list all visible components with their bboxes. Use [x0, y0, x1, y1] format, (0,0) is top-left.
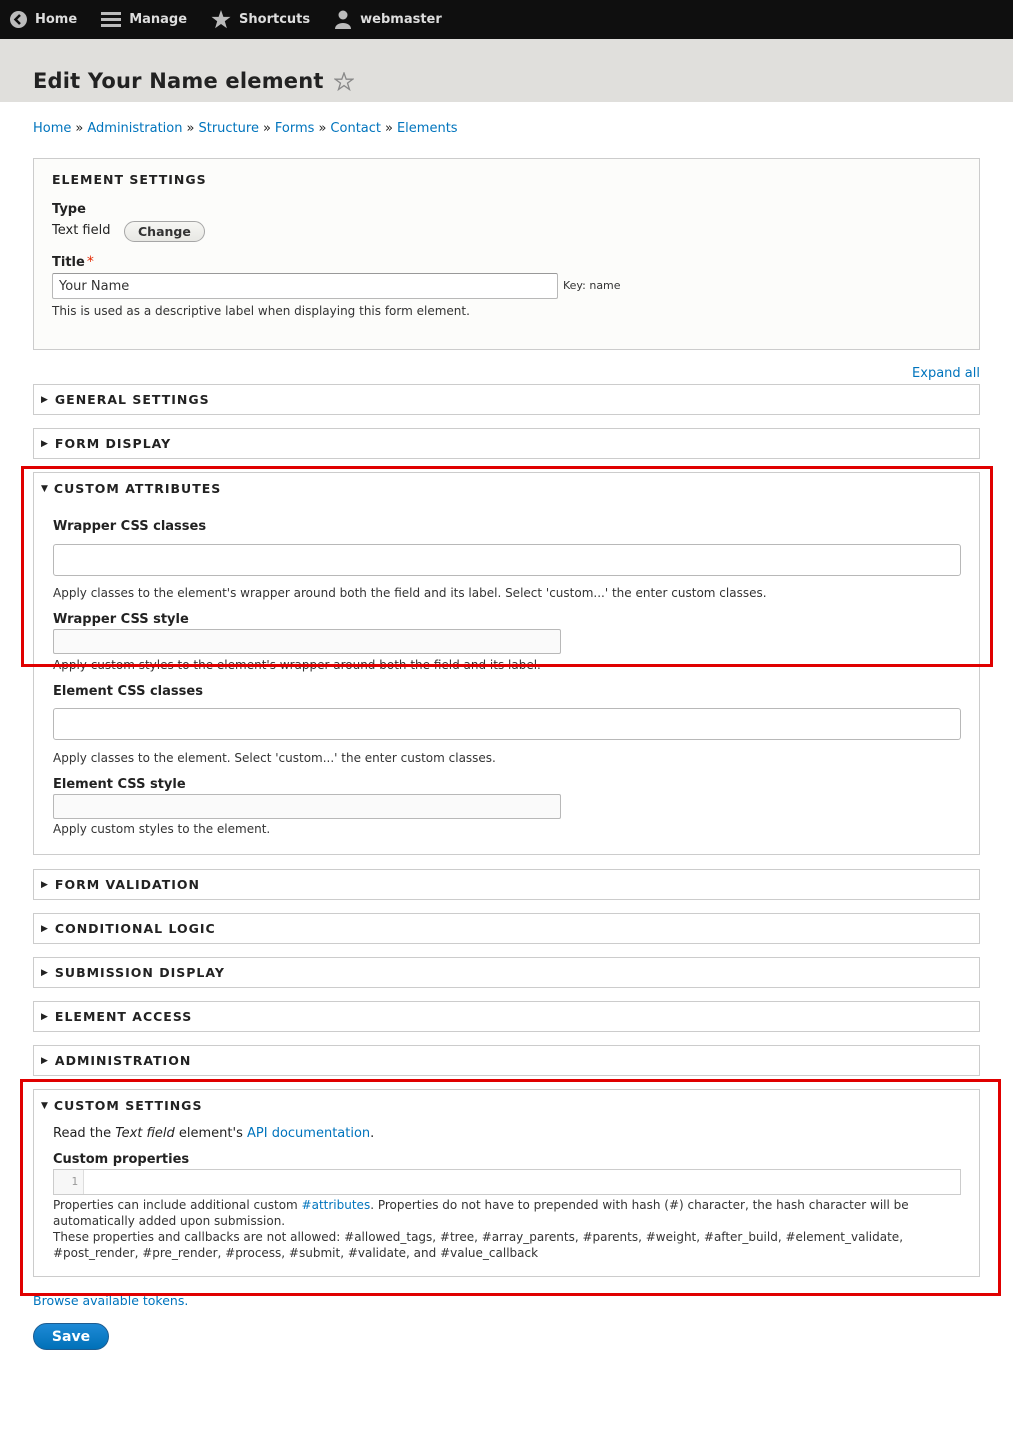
details-submission-display[interactable]: ▶ SUBMISSION DISPLAY — [33, 957, 980, 988]
custom-properties-description: Properties can include additional custom… — [53, 1197, 933, 1261]
back-arrow-icon — [10, 11, 27, 28]
browse-tokens-link[interactable]: Browse available tokens. — [33, 1293, 188, 1308]
collapsed-arrow-icon: ▶ — [41, 394, 48, 405]
section-title: FORM DISPLAY — [54, 436, 172, 451]
breadcrumb-separator: » — [262, 121, 271, 136]
title-input[interactable]: Your Name — [52, 273, 558, 299]
element-settings-fieldset: ELEMENT SETTINGS Type Text field Change … — [33, 158, 980, 350]
wrapper-style-label: Wrapper CSS style — [53, 612, 189, 627]
toolbar-shortcuts-label: Shortcuts — [239, 12, 311, 27]
collapsed-arrow-icon: ▶ — [41, 923, 48, 934]
wrapper-classes-label: Wrapper CSS classes — [53, 519, 207, 534]
admin-toolbar: Home Manage Shortcuts webmaster — [0, 0, 1013, 39]
section-title: SUBMISSION DISPLAY — [54, 965, 225, 980]
details-custom-settings: ▼ CUSTOM SETTINGS Read the Text field el… — [33, 1089, 980, 1277]
wrapper-style-description: Apply custom styles to the element's wra… — [53, 658, 541, 672]
section-title: FORM VALIDATION — [54, 877, 200, 892]
breadcrumb-structure[interactable]: Structure — [198, 121, 258, 136]
intro-text: . — [370, 1126, 375, 1141]
section-title: ADMINISTRATION — [54, 1053, 192, 1068]
section-title: CONDITIONAL LOGIC — [54, 921, 216, 936]
details-form-display[interactable]: ▶ FORM DISPLAY — [33, 428, 980, 459]
attributes-link[interactable]: #attributes — [302, 1198, 371, 1212]
breadcrumb-administration[interactable]: Administration — [87, 121, 182, 136]
page-title-text: Edit Your Name element — [33, 69, 324, 93]
wrapper-classes-description: Apply classes to the element's wrapper a… — [53, 586, 767, 600]
breadcrumb-separator: » — [318, 121, 327, 136]
breadcrumb-separator: » — [186, 121, 195, 136]
menu-icon — [101, 12, 122, 27]
disallowed-properties-text: These properties and callbacks are not a… — [53, 1230, 904, 1260]
section-title: CUSTOM ATTRIBUTES — [53, 481, 222, 496]
expand-all-link[interactable]: Expand all — [912, 366, 980, 381]
toolbar-home[interactable]: Home — [10, 11, 77, 28]
element-classes-select[interactable] — [53, 708, 961, 740]
type-label: Type — [52, 202, 86, 217]
shortcut-star-icon[interactable] — [333, 71, 354, 91]
intro-element-type: Text field — [115, 1126, 175, 1141]
breadcrumb-home[interactable]: Home — [33, 121, 71, 136]
element-settings-legend: ELEMENT SETTINGS — [52, 172, 207, 187]
page-title: Edit Your Name element — [33, 69, 354, 93]
title-description: This is used as a descriptive label when… — [52, 304, 470, 318]
breadcrumb: Home» Administration» Structure» Forms» Cont… — [33, 121, 458, 136]
toolbar-manage-label: Manage — [129, 12, 188, 27]
section-title: CUSTOM SETTINGS — [53, 1098, 203, 1113]
element-classes-description: Apply classes to the element. Select 'cu… — [53, 751, 496, 765]
custom-properties-label: Custom properties — [53, 1152, 190, 1167]
collapsed-arrow-icon: ▶ — [41, 438, 48, 449]
title-label: Title — [52, 255, 85, 270]
breadcrumb-separator: » — [385, 121, 393, 136]
required-marker: * — [86, 254, 94, 270]
collapsed-arrow-icon: ▶ — [41, 967, 48, 978]
toolbar-home-label: Home — [35, 12, 78, 27]
breadcrumb-forms[interactable]: Forms — [275, 121, 315, 136]
intro-text: element's — [174, 1126, 247, 1141]
star-icon — [211, 10, 231, 29]
intro-text: Read the — [53, 1126, 116, 1141]
user-icon — [335, 10, 352, 29]
details-custom-attributes: ▼ CUSTOM ATTRIBUTES Wrapper CSS classes … — [33, 472, 980, 855]
custom-properties-code-editor[interactable]: 1 — [53, 1169, 961, 1195]
details-conditional-logic[interactable]: ▶ CONDITIONAL LOGIC — [33, 913, 980, 944]
change-type-button[interactable]: Change — [124, 221, 205, 242]
details-general-settings[interactable]: ▶ GENERAL SETTINGS — [33, 384, 980, 415]
breadcrumb-elements[interactable]: Elements — [397, 121, 458, 136]
toolbar-user-label: webmaster — [360, 12, 442, 27]
wrapper-style-input[interactable] — [53, 629, 561, 654]
element-style-label: Element CSS style — [53, 777, 186, 792]
expanded-arrow-icon: ▼ — [41, 1100, 48, 1111]
custom-attributes-summary[interactable]: ▼ CUSTOM ATTRIBUTES — [41, 481, 221, 496]
api-documentation-link[interactable]: API documentation — [247, 1126, 370, 1141]
description-text: Properties can include additional custom — [53, 1198, 302, 1212]
machine-key: Key: name — [563, 279, 621, 292]
toolbar-shortcuts[interactable]: Shortcuts — [211, 10, 310, 29]
details-element-access[interactable]: ▶ ELEMENT ACCESS — [33, 1001, 980, 1032]
toolbar-user[interactable]: webmaster — [334, 10, 442, 29]
type-value: Text field — [52, 223, 111, 238]
element-style-input[interactable] — [53, 794, 561, 819]
api-doc-intro: Read the Text field element's API docume… — [53, 1126, 374, 1141]
collapsed-arrow-icon: ▶ — [41, 1011, 48, 1022]
collapsed-arrow-icon: ▶ — [41, 1055, 48, 1066]
element-classes-label: Element CSS classes — [53, 684, 203, 699]
element-style-description: Apply custom styles to the element. — [53, 822, 271, 836]
save-button[interactable]: Save — [33, 1323, 109, 1350]
details-administration[interactable]: ▶ ADMINISTRATION — [33, 1045, 980, 1076]
expanded-arrow-icon: ▼ — [41, 483, 48, 494]
breadcrumb-separator: » — [75, 121, 84, 136]
line-number: 1 — [54, 1170, 84, 1194]
breadcrumb-contact[interactable]: Contact — [330, 121, 381, 136]
collapsed-arrow-icon: ▶ — [41, 879, 48, 890]
section-title: GENERAL SETTINGS — [54, 392, 210, 407]
section-title: ELEMENT ACCESS — [54, 1009, 193, 1024]
custom-settings-summary[interactable]: ▼ CUSTOM SETTINGS — [41, 1098, 202, 1113]
details-form-validation[interactable]: ▶ FORM VALIDATION — [33, 869, 980, 900]
title-label-row: Title * — [52, 254, 94, 270]
wrapper-classes-select[interactable] — [53, 544, 961, 576]
toolbar-manage[interactable]: Manage — [101, 11, 187, 28]
